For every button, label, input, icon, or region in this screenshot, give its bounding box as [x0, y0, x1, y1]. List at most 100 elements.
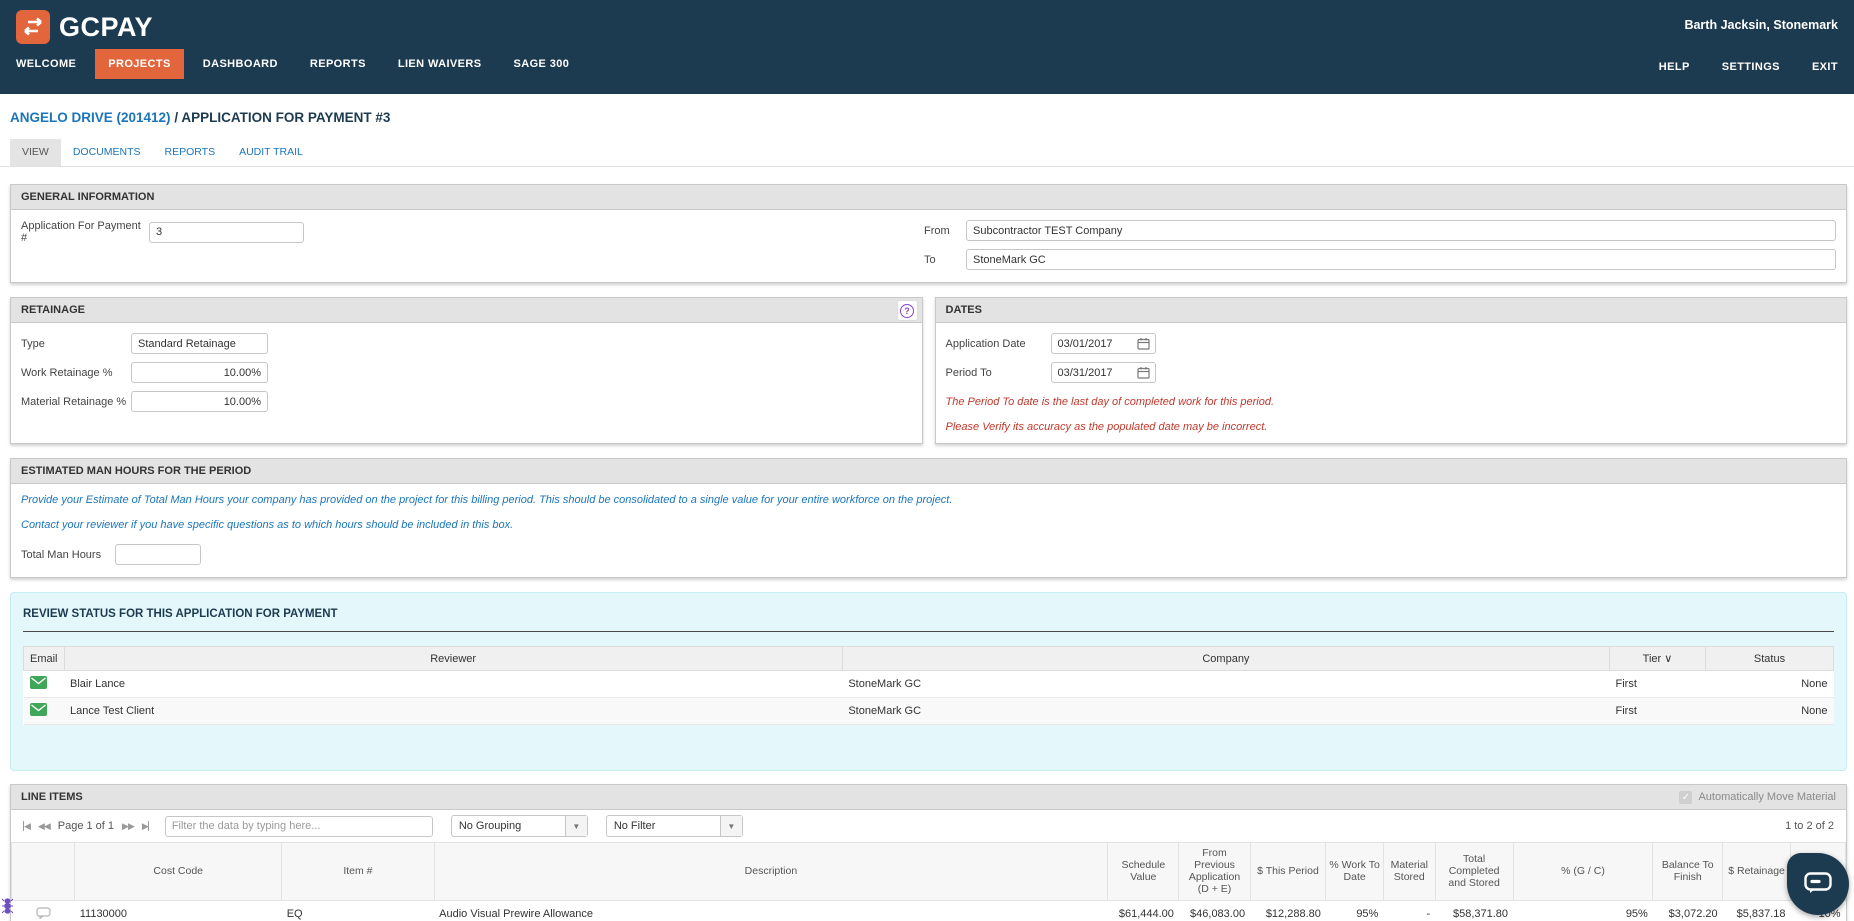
chevron-down-icon: ▼ — [719, 816, 742, 836]
total-man-hours-input[interactable] — [115, 544, 201, 565]
cell-from-previous: $46,083.00 — [1178, 900, 1251, 921]
nav-dashboard[interactable]: DASHBOARD — [203, 49, 278, 79]
cell-pct-g-c: 95% — [1513, 900, 1653, 921]
review-row: Blair Lance StoneMark GC First None — [23, 670, 1834, 698]
grouping-value: No Grouping — [458, 820, 522, 832]
review-col-status[interactable]: Status — [1705, 646, 1834, 671]
general-information-body: Application For Payment # From To — [11, 210, 1846, 282]
review-col-email[interactable]: Email — [23, 646, 65, 671]
review-status-panel: REVIEW STATUS FOR THIS APPLICATION FOR P… — [10, 592, 1847, 771]
man-hours-header: ESTIMATED MAN HOURS FOR THE PERIOD — [11, 459, 1846, 484]
col-description[interactable]: Description — [433, 843, 1109, 901]
dates-header: DATES — [935, 298, 1846, 323]
review-status-title: REVIEW STATUS FOR THIS APPLICATION FOR P… — [23, 608, 338, 620]
application-number-input[interactable] — [149, 221, 304, 243]
period-to-calendar-icon[interactable] — [1132, 362, 1156, 383]
nav-right: HELP SETTINGS EXIT — [1627, 52, 1838, 82]
page-indicator: Page 1 of 1 — [57, 820, 115, 832]
col-item[interactable]: Item # — [281, 843, 435, 901]
nav-reports[interactable]: REPORTS — [310, 49, 366, 79]
filter-input[interactable] — [164, 815, 433, 837]
to-input[interactable] — [966, 249, 1836, 270]
application-date-calendar-icon[interactable] — [1132, 333, 1156, 354]
filter-value: No Filter — [613, 820, 656, 832]
col-pct-g-c[interactable]: % (G / C) — [1512, 843, 1654, 901]
dates-title: DATES — [945, 304, 982, 316]
retainage-body: Type Work Retainage % Material Retainage… — [11, 323, 922, 437]
work-retainage-label: Work Retainage % — [21, 366, 113, 379]
line-items-table: Cost Code Item # Description Schedule Va… — [10, 843, 1846, 921]
auto-move-checkbox[interactable]: ✓ — [1679, 790, 1693, 804]
reviewer-company: StoneMark GC — [842, 670, 1610, 698]
nav-lien-waivers[interactable]: LIEN WAIVERS — [398, 49, 482, 79]
retainage-section: RETAINAGE ? Type Work Retainage % Materi… — [10, 297, 923, 444]
general-information-title: GENERAL INFORMATION — [21, 191, 155, 203]
tab-documents[interactable]: DOCUMENTS — [61, 139, 153, 166]
cell-work-to-date[interactable]: 95% — [1325, 900, 1384, 921]
work-retainage-input[interactable] — [131, 362, 268, 383]
reviewer-status: None — [1705, 670, 1834, 698]
cell-balance-to-finish: $3,072.20 — [1652, 900, 1723, 921]
bug-icon[interactable] — [1, 897, 14, 917]
breadcrumb-separator: / — [170, 110, 182, 125]
reviewer-status: None — [1705, 697, 1834, 725]
from-input[interactable] — [966, 220, 1836, 241]
cell-material-stored[interactable]: - — [1383, 900, 1436, 921]
nav-help[interactable]: HELP — [1659, 52, 1690, 82]
comment-icon[interactable] — [36, 906, 51, 921]
application-date-label: Application Date — [945, 337, 1026, 350]
grouping-dropdown[interactable]: No Grouping ▼ — [450, 815, 588, 837]
man-hours-section: ESTIMATED MAN HOURS FOR THE PERIOD Provi… — [10, 458, 1847, 578]
breadcrumb: ANGELO DRIVE (201412) / APPLICATION FOR … — [0, 94, 1854, 125]
review-table-header-row: Email Reviewer Company Tier ∨ Status — [23, 646, 1834, 671]
nav-welcome[interactable]: WELCOME — [16, 49, 76, 79]
nav-settings[interactable]: SETTINGS — [1722, 52, 1780, 82]
reviewer-company: StoneMark GC — [842, 697, 1610, 725]
retainage-type-input[interactable] — [131, 333, 268, 354]
col-material-stored[interactable]: Material Stored — [1382, 843, 1436, 901]
man-hours-info-line2: Contact your reviewer if you have specif… — [21, 519, 514, 531]
review-col-tier[interactable]: Tier ∨ — [1609, 646, 1706, 671]
col-cost-code[interactable]: Cost Code — [74, 843, 283, 901]
col-retainage-amt[interactable]: $ Retainage — [1722, 843, 1792, 901]
review-col-company[interactable]: Company — [841, 646, 1611, 671]
col-this-period[interactable]: $ This Period — [1249, 843, 1327, 901]
nav-sage-300[interactable]: SAGE 300 — [514, 49, 570, 79]
general-right: From To — [924, 220, 1836, 272]
gcpay-logo-icon[interactable] — [16, 10, 50, 44]
help-icon: ? — [900, 303, 914, 318]
period-to-input[interactable] — [1050, 362, 1135, 383]
nav-projects[interactable]: PROJECTS — [95, 49, 184, 79]
tab-view[interactable]: VIEW — [10, 139, 61, 166]
review-col-reviewer[interactable]: Reviewer — [63, 646, 843, 671]
last-page-icon[interactable]: ▶ — [138, 818, 153, 835]
tab-audit-trail[interactable]: AUDIT TRAIL — [227, 139, 315, 166]
filter-dropdown[interactable]: No Filter ▼ — [605, 815, 743, 837]
period-to-label: Period To — [945, 366, 992, 379]
general-left: Application For Payment # — [21, 220, 304, 272]
brand-name[interactable]: GCPAY — [59, 12, 153, 43]
material-retainage-input[interactable] — [131, 391, 268, 412]
auto-move-material-control[interactable]: ✓ Automatically Move Material — [1679, 790, 1836, 804]
email-icon[interactable] — [29, 676, 47, 692]
retainage-dates-row: RETAINAGE ? Type Work Retainage % Materi… — [10, 297, 1847, 444]
col-work-to-date[interactable]: % Work To Date — [1325, 843, 1384, 901]
col-total-completed[interactable]: Total Completed and Stored — [1434, 843, 1514, 901]
nav-exit[interactable]: EXIT — [1812, 52, 1838, 82]
general-information-header: GENERAL INFORMATION — [11, 185, 1846, 210]
next-page-icon[interactable]: ▶▶ — [118, 818, 138, 835]
retainage-help-button[interactable]: ? — [896, 300, 918, 321]
application-date-input[interactable] — [1050, 333, 1135, 354]
breadcrumb-project-link[interactable]: ANGELO DRIVE (201412) — [10, 110, 171, 125]
tab-reports[interactable]: REPORTS — [153, 139, 228, 166]
col-balance-to-finish[interactable]: Balance To Finish — [1652, 843, 1724, 901]
col-from-previous[interactable]: From Previous Application (D + E) — [1178, 843, 1251, 901]
period-warning-line1: The Period To date is the last day of co… — [945, 396, 1275, 408]
first-page-icon[interactable]: ◀ — [19, 818, 34, 835]
chat-launcher-button[interactable] — [1787, 853, 1849, 915]
previous-page-icon[interactable]: ◀◀ — [34, 818, 54, 835]
cell-this-period[interactable]: $12,288.80 — [1250, 900, 1326, 921]
email-icon[interactable] — [29, 703, 47, 719]
col-schedule-value[interactable]: Schedule Value — [1107, 843, 1180, 901]
cell-total-completed: $58,371.80 — [1435, 900, 1514, 921]
